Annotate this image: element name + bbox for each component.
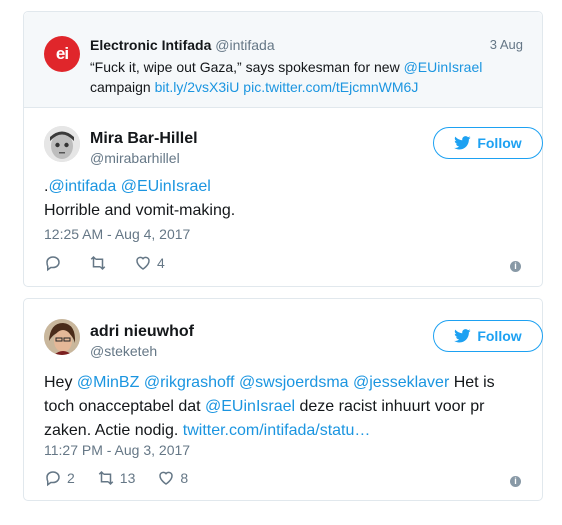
mention-link[interactable]: @MinBZ (77, 374, 139, 391)
reply-count: 2 (67, 470, 75, 486)
tweet-card-1: ei Electronic Intifada @intifada 3 Aug “… (23, 11, 543, 287)
tweet-text-line: Horrible and vomit-making. (44, 202, 236, 219)
reply-button[interactable]: 2 (44, 469, 75, 487)
follow-label: Follow (477, 135, 522, 151)
retweet-button[interactable] (89, 254, 112, 272)
user-handle[interactable]: @steketeh (90, 343, 157, 359)
mention-link[interactable]: @swsjoerdsma (239, 374, 349, 391)
tweet-text-part: toch onacceptabel dat (44, 398, 206, 415)
follow-button[interactable]: Follow (433, 320, 543, 352)
mention-link[interactable]: @EUinIsrael (205, 398, 295, 415)
like-button[interactable]: 4 (134, 254, 165, 272)
url-link[interactable]: bit.ly/2vsX3iU (155, 79, 240, 95)
quoted-text-part: “Fuck it, wipe out Gaza,” says spokesman… (90, 59, 404, 75)
tweet-timestamp[interactable]: 11:27 PM - Aug 3, 2017 (44, 442, 190, 458)
like-count: 8 (180, 470, 189, 486)
url-link[interactable]: twitter.com/intifada/statu… (183, 422, 371, 439)
quoted-tweet[interactable]: ei Electronic Intifada @intifada 3 Aug “… (24, 12, 542, 108)
twitter-bird-icon (454, 136, 471, 150)
mention-link[interactable]: @intifada (48, 178, 116, 195)
quoted-author[interactable]: Electronic Intifada @intifada (90, 37, 275, 53)
tweet-text: .@intifada @EUinIsrael Horrible and vomit… (44, 175, 514, 223)
quoted-tweet-text: “Fuck it, wipe out Gaza,” says spokesman… (90, 57, 520, 97)
tweet-card-2: adri nieuwhof @steketeh Follow Hey @MinB… (23, 298, 543, 501)
quoted-date[interactable]: 3 Aug (490, 37, 523, 52)
avatar[interactable] (44, 319, 80, 355)
quoted-text-part: campaign (90, 79, 155, 95)
like-count: 4 (157, 255, 165, 271)
info-icon[interactable]: i (510, 261, 521, 272)
quoted-author-name[interactable]: Electronic Intifada (90, 37, 211, 53)
tweet-text-part: deze racist inhuurt voor pr (295, 398, 485, 415)
mention-link[interactable]: @EUinIsrael (404, 59, 483, 75)
tweet-text-part: zaken. Actie nodig. (44, 422, 183, 439)
like-button[interactable]: 8 (157, 469, 188, 487)
tweet-text-part: Hey (44, 374, 77, 391)
follow-button[interactable]: Follow (433, 127, 543, 159)
mention-link[interactable]: @EUinIsrael (121, 178, 211, 195)
pic-link[interactable]: pic.twitter.com/tEjcmnWM6J (243, 79, 418, 95)
tweet-actions: 4 (44, 254, 187, 272)
electronic-intifada-avatar[interactable]: ei (44, 36, 80, 72)
avatar[interactable] (44, 126, 80, 162)
follow-label: Follow (477, 328, 522, 344)
heart-icon (136, 256, 150, 270)
twitter-bird-icon (454, 329, 471, 343)
retweet-icon (98, 470, 114, 486)
avatar-logo-text: ei (55, 44, 69, 63)
retweet-icon (90, 255, 106, 271)
reply-icon (46, 471, 60, 487)
retweet-count: 13 (119, 470, 136, 486)
reply-icon (46, 256, 60, 272)
tweet-timestamp[interactable]: 12:25 AM - Aug 4, 2017 (44, 226, 190, 242)
tweet-actions: 2 13 8 (44, 469, 210, 487)
retweet-button[interactable]: 13 (97, 469, 136, 487)
tweet-text: Hey @MinBZ @rikgrashoff @swsjoerdsma @je… (44, 371, 529, 443)
tweet-text-part: Het is (449, 374, 495, 391)
reply-button[interactable] (44, 254, 67, 272)
user-name[interactable]: adri nieuwhof (90, 323, 194, 341)
mention-link[interactable]: @rikgrashoff (144, 374, 235, 391)
user-name[interactable]: Mira Bar-Hillel (90, 130, 198, 148)
mention-link[interactable]: @jesseklaver (353, 374, 449, 391)
user-handle[interactable]: @mirabarhillel (90, 150, 180, 166)
quoted-author-handle[interactable]: @intifada (215, 37, 274, 53)
info-icon[interactable]: i (510, 476, 521, 487)
heart-icon (159, 471, 174, 485)
